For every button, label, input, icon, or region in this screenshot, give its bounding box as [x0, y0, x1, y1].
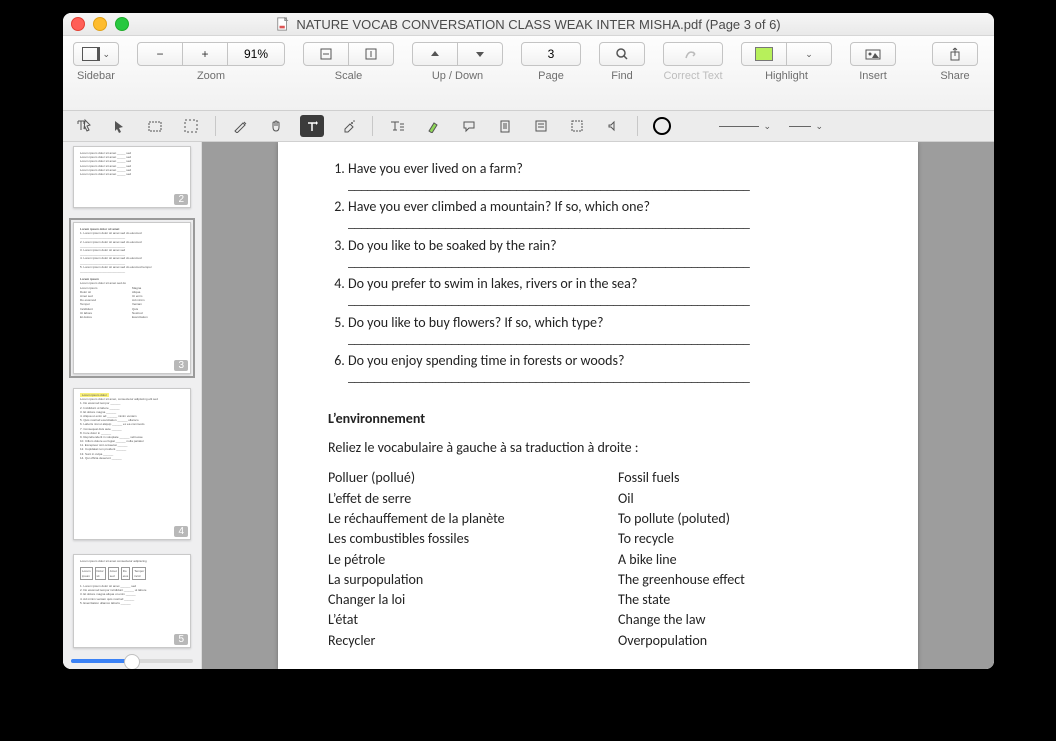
- hand-tool-icon[interactable]: [264, 115, 288, 137]
- vocab-right-item: Overpopulation: [618, 631, 745, 651]
- window-title-text: NATURE VOCAB CONVERSATION CLASS WEAK INT…: [296, 17, 780, 32]
- shape-circle-icon[interactable]: [650, 115, 674, 137]
- annotation-toolbar: ⌄ ⌄: [63, 111, 994, 142]
- zoom-input[interactable]: [234, 46, 278, 62]
- page-label: Page: [538, 70, 564, 82]
- vocab-left-item: Polluer (pollué): [328, 468, 618, 488]
- thumbnail-sidebar: Lorem ipsum dolor sit amet _____ sed Lor…: [63, 142, 202, 669]
- vocab-left-item: Le réchauffement de la planète: [328, 509, 618, 529]
- question-item: Do you enjoy spending time in forests or…: [348, 352, 878, 384]
- eraser-icon[interactable]: [336, 115, 360, 137]
- question-item: Do you like to be soaked by the rain?___…: [348, 237, 878, 269]
- marker-icon[interactable]: [421, 115, 445, 137]
- pencil-icon[interactable]: [228, 115, 252, 137]
- zoom-value[interactable]: [228, 42, 285, 66]
- page-icon[interactable]: [493, 115, 517, 137]
- share-button[interactable]: [932, 42, 978, 66]
- scale-label: Scale: [335, 70, 363, 82]
- thumb-page-4[interactable]: Lorem ipsum dolor Lorem ipsum dolor sit …: [73, 388, 191, 540]
- vocab-left-item: Le pétrole: [328, 550, 618, 570]
- vocab-right-item: A bike line: [618, 550, 745, 570]
- thumb-page-number: 5: [174, 634, 188, 645]
- thumb-page-5[interactable]: Lorem ipsum dolor sit amet consectetur a…: [73, 554, 191, 648]
- question-list: Have you ever lived on a farm?__________…: [328, 160, 878, 384]
- find-label: Find: [611, 70, 632, 82]
- vocab-right-item: The greenhouse effect: [618, 570, 745, 590]
- question-item: Have you ever lived on a farm?__________…: [348, 160, 878, 192]
- zoom-in-button[interactable]: +: [183, 42, 228, 66]
- vocab-right-column: Fossil fuelsOilTo pollute (poluted)To re…: [618, 468, 745, 651]
- sidebar-label: Sidebar: [77, 70, 115, 82]
- sound-icon[interactable]: [601, 115, 625, 137]
- page-up-button[interactable]: [412, 42, 458, 66]
- comment-icon[interactable]: [457, 115, 481, 137]
- insert-button[interactable]: [850, 42, 896, 66]
- page-number[interactable]: [521, 42, 581, 66]
- form-icon[interactable]: [529, 115, 553, 137]
- question-item: Do you like to buy flowers? If so, which…: [348, 314, 878, 346]
- app-window: NATURE VOCAB CONVERSATION CLASS WEAK INT…: [63, 13, 994, 669]
- highlight-menu[interactable]: ⌄: [787, 42, 832, 66]
- question-item: Do you prefer to swim in lakes, rivers o…: [348, 275, 878, 307]
- pdf-doc-icon: [276, 17, 290, 31]
- zoom-label: Zoom: [197, 70, 225, 82]
- main-toolbar: ⌄ Sidebar − + Zoom Scale Up / Down: [63, 36, 994, 111]
- vocab-right-item: To pollute (poluted): [618, 509, 745, 529]
- question-item: Have you ever climbed a mountain? If so,…: [348, 198, 878, 230]
- updown-label: Up / Down: [432, 70, 483, 82]
- window-title: NATURE VOCAB CONVERSATION CLASS WEAK INT…: [63, 17, 994, 32]
- vocab-left-item: L’effet de serre: [328, 489, 618, 509]
- scale-fit-page[interactable]: [349, 42, 394, 66]
- vocab-left-item: La surpopulation: [328, 570, 618, 590]
- correct-text-label: Correct Text: [663, 70, 722, 82]
- titlebar: NATURE VOCAB CONVERSATION CLASS WEAK INT…: [63, 13, 994, 36]
- text-annotation-icon[interactable]: [300, 115, 324, 137]
- vocab-left-item: Recycler: [328, 631, 618, 651]
- thumb-page-number: 4: [174, 526, 188, 537]
- pdf-page: Have you ever lived on a farm?__________…: [278, 142, 918, 669]
- vocab-right-item: Change the law: [618, 610, 745, 630]
- thumb-page-3[interactable]: Lorem ipsum dolor sit amet 1. Lorem ipsu…: [73, 222, 191, 374]
- share-label: Share: [940, 70, 969, 82]
- line-style-picker[interactable]: ⌄: [718, 115, 772, 137]
- thumb-page-number: 3: [174, 360, 188, 371]
- section-heading: L’environnement: [328, 410, 878, 427]
- line-end-picker[interactable]: ⌄: [784, 115, 828, 137]
- thumbnail-size-slider[interactable]: [71, 659, 193, 663]
- find-button[interactable]: [599, 42, 645, 66]
- vocab-columns: Polluer (pollué)L’effet de serreLe récha…: [328, 468, 878, 651]
- vocab-right-item: The state: [618, 590, 745, 610]
- area-select-icon[interactable]: [143, 115, 167, 137]
- zoom-controls: − +: [137, 42, 285, 66]
- scale-fit-width[interactable]: [303, 42, 349, 66]
- instruction-text: Reliez le vocabulaire à gauche à sa trad…: [328, 439, 878, 456]
- page-number-input[interactable]: [529, 46, 573, 62]
- text-select-tool-icon[interactable]: [71, 115, 95, 137]
- vocab-left-column: Polluer (pollué)L’effet de serreLe récha…: [328, 468, 618, 651]
- vocab-right-item: Oil: [618, 489, 745, 509]
- vocab-left-item: Les combustibles fossiles: [328, 529, 618, 549]
- marquee-icon[interactable]: [179, 115, 203, 137]
- vocab-right-item: To recycle: [618, 529, 745, 549]
- vocab-left-item: L’état: [328, 610, 618, 630]
- page-down-button[interactable]: [458, 42, 503, 66]
- highlight-label: Highlight: [765, 70, 808, 82]
- thumb-page-2[interactable]: Lorem ipsum dolor sit amet _____ sed Lor…: [73, 146, 191, 208]
- thumb-page-number: 2: [174, 194, 188, 205]
- sidebar-toggle[interactable]: ⌄: [73, 42, 119, 66]
- vocab-right-item: Fossil fuels: [618, 468, 745, 488]
- highlight-button[interactable]: [741, 42, 787, 66]
- pointer-tool-icon[interactable]: [107, 115, 131, 137]
- text-style-icon[interactable]: [385, 115, 409, 137]
- link-icon[interactable]: [565, 115, 589, 137]
- vocab-left-item: Changer la loi: [328, 590, 618, 610]
- insert-label: Insert: [859, 70, 887, 82]
- correct-text-button: [663, 42, 723, 66]
- page-viewport[interactable]: Have you ever lived on a farm?__________…: [202, 142, 994, 669]
- zoom-out-button[interactable]: −: [137, 42, 183, 66]
